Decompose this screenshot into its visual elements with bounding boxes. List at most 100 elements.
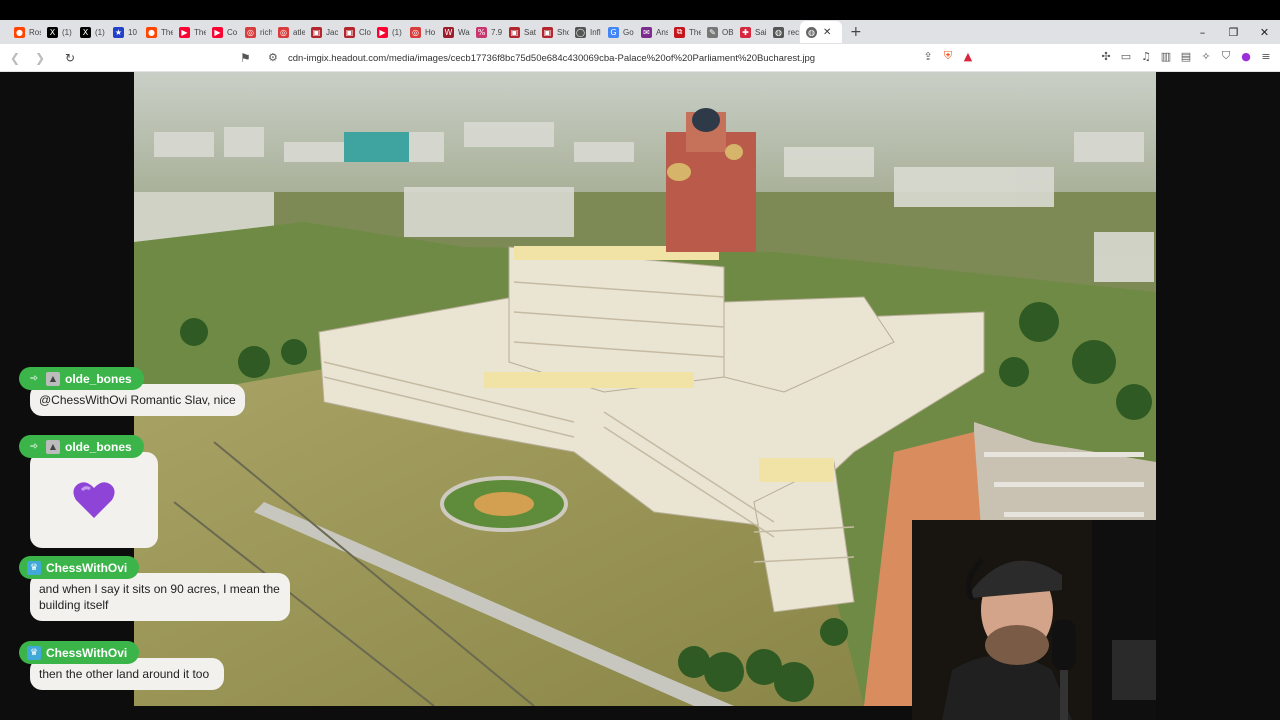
browser-tab[interactable]: ▣ Clo — [338, 21, 371, 43]
browser-tab[interactable]: ▶ (1) — [371, 21, 404, 43]
browser-tab[interactable]: ◎ atle — [272, 21, 305, 43]
sidebar-icon[interactable]: ▥ — [1160, 50, 1172, 63]
chat-username-chip[interactable]: ➾ ▲ olde_bones — [19, 435, 144, 458]
share-icon[interactable]: ⇪ — [922, 50, 934, 63]
address-bar[interactable]: cdn-imgix.headout.com/media/images/cecb1… — [288, 53, 815, 64]
chat-message: ➾ ▲ olde_bones @ChessWithOvi Romantic Sl… — [19, 367, 245, 416]
browser-tab[interactable]: ◍ rec — [767, 21, 800, 43]
close-window-button[interactable]: ✕ — [1249, 26, 1280, 39]
browser-toolbar: ❮ ❯ ↻ ⚑ ⚙ cdn-imgix.headout.com/media/im… — [0, 44, 1280, 72]
tab-title: Go — [623, 27, 634, 37]
tab-title: (1) — [392, 27, 402, 37]
back-button[interactable]: ❮ — [5, 51, 25, 65]
browser-tab[interactable]: ▣ Sat — [503, 21, 536, 43]
chat-username: ChessWithOvi — [46, 645, 128, 660]
tab-title: rec — [788, 27, 800, 37]
chat-username: ChessWithOvi — [46, 560, 128, 575]
close-tab-icon[interactable]: ✕ — [823, 27, 831, 38]
browser-tab[interactable]: G Go — [602, 21, 635, 43]
vpn-icon[interactable]: ⛉ — [1220, 49, 1232, 63]
tab-title: The — [194, 27, 206, 37]
tab-title: (1) — [95, 27, 105, 37]
browser-tab[interactable]: ● Ros — [8, 21, 41, 43]
browser-tab[interactable]: ★ 10 — [107, 21, 140, 43]
triangle-icon: ▲ — [46, 371, 60, 386]
new-tab-button[interactable]: + — [850, 24, 862, 40]
profile-icon[interactable]: ● — [1240, 50, 1252, 63]
browser-tab[interactable]: ● The — [140, 21, 173, 43]
menu-icon[interactable]: ≡ — [1260, 50, 1272, 63]
cross-icon: ✚ — [740, 26, 751, 38]
tab-title: Sai — [755, 27, 767, 37]
crown-icon: ♛ — [27, 645, 41, 660]
edit-icon: ✎ — [707, 26, 718, 38]
toolbar-icons: ⇪ ⛨ ▲ ✣ ▭ ♫ ▥ ▤ ✧ ⛉ ● ≡ — [922, 49, 1272, 63]
chat-username: olde_bones — [65, 439, 132, 454]
w-icon: W — [443, 26, 454, 38]
browser-tab[interactable]: X (1) — [74, 21, 107, 43]
browser-tab[interactable]: ◎ Ho — [404, 21, 437, 43]
browser-tab[interactable]: ◯ Infl — [569, 21, 602, 43]
browser-tab[interactable]: X (1) — [41, 21, 74, 43]
page-icon: ▣ — [509, 26, 520, 38]
ring-icon: ◯ — [575, 26, 586, 38]
tab-title: Ho — [425, 27, 436, 37]
browser-tab[interactable]: ⧉ The — [668, 21, 701, 43]
tab-title: The — [689, 27, 701, 37]
reddit-icon: ● — [146, 26, 157, 38]
browser-tab[interactable]: ▣ Jac — [305, 21, 338, 43]
browser-tab[interactable]: ◎ rich — [239, 21, 272, 43]
brave-rewards-icon[interactable]: ▲ — [962, 50, 974, 63]
bookmark-icon[interactable]: ⚑ — [240, 51, 251, 65]
tank-icon: ➾ — [29, 441, 39, 452]
page-viewport: ➾ ▲ olde_bones @ChessWithOvi Romantic Sl… — [0, 72, 1280, 720]
tab-strip: ● Ros X (1) X (1) ★ 10 ● The ▶ The ▶ Co ◎ rich ◎ atle ▣ Jac… — [0, 20, 1280, 44]
wallet-icon[interactable]: ▭ — [1120, 50, 1132, 63]
page-icon: ▣ — [344, 26, 355, 38]
browser-tab[interactable]: ▶ Co — [206, 21, 239, 43]
browser-tab[interactable]: ▣ Sho — [536, 21, 569, 43]
chat-username-chip[interactable]: ➾ ▲ olde_bones — [19, 367, 144, 390]
tab-title: Co — [227, 27, 238, 37]
browser-tab[interactable]: ✚ Sai — [734, 21, 767, 43]
tab-title: 10 — [128, 27, 137, 37]
tab-title: 7.9 — [491, 27, 503, 37]
tab-search-icon[interactable]: ▤ — [1180, 50, 1192, 63]
mail-icon: ✉ — [641, 26, 652, 38]
youtube-icon: ▶ — [377, 26, 388, 38]
tab-title: Sho — [557, 27, 569, 37]
reload-button[interactable]: ↻ — [60, 51, 80, 65]
site-info-icon[interactable]: ⚙ — [268, 51, 278, 64]
forward-button[interactable]: ❯ — [30, 51, 50, 65]
leo-icon[interactable]: ✧ — [1200, 50, 1212, 63]
chat-username-chip[interactable]: ♛ ChessWithOvi — [19, 641, 140, 664]
chat-username: olde_bones — [65, 371, 132, 386]
music-icon[interactable]: ♫ — [1140, 50, 1152, 63]
restore-button[interactable]: ❐ — [1218, 26, 1249, 39]
minimize-button[interactable]: – — [1187, 26, 1218, 39]
tab-title: The — [161, 27, 173, 37]
crown-icon: ♛ — [27, 560, 41, 575]
browser-tab[interactable]: ✎ OB — [701, 21, 734, 43]
chat-username-chip[interactable]: ♛ ChessWithOvi — [19, 556, 140, 579]
chat-message: ➾ ▲ olde_bones — [19, 435, 158, 548]
browser-tab[interactable]: W Wa — [437, 21, 470, 43]
tab-list: ● Ros X (1) X (1) ★ 10 ● The ▶ The ▶ Co ◎ rich ◎ atle ▣ Jac… — [8, 21, 800, 43]
tab-title: rich — [260, 27, 272, 37]
tab-title: (1) — [62, 27, 72, 37]
youtube-icon: ▶ — [179, 26, 190, 38]
tab-title: Ros — [29, 27, 41, 37]
globe-icon: ◍ — [773, 26, 784, 38]
browser-tab[interactable]: ▶ The — [173, 21, 206, 43]
tab-title: Clo — [359, 27, 371, 37]
tab-title: Ans — [656, 27, 668, 37]
tab-title: Infl — [590, 27, 601, 37]
chat-emote-bubble — [30, 452, 158, 548]
chat-message: ♛ ChessWithOvi and when I say it sits on… — [19, 556, 290, 621]
browser-tab[interactable]: % 7.9 — [470, 21, 503, 43]
extensions-icon[interactable]: ✣ — [1100, 50, 1112, 63]
browser-tab[interactable]: ✉ Ans — [635, 21, 668, 43]
tab-active[interactable]: ◍ ✕ — [800, 21, 842, 43]
brave-shield-icon[interactable]: ⛨ — [942, 49, 954, 63]
x-icon: X — [80, 26, 91, 38]
